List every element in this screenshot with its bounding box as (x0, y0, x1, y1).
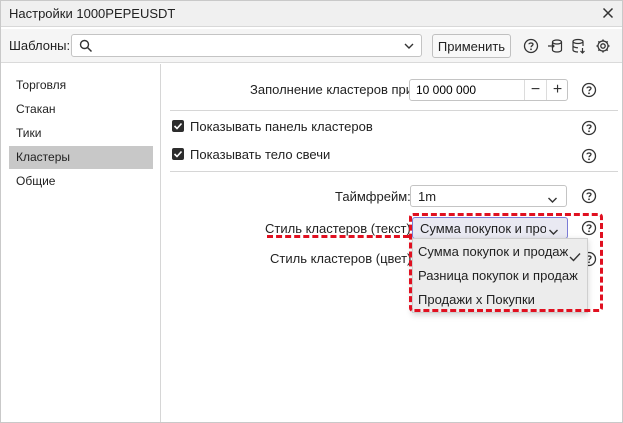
dropdown-option-label: Продажи x Покупки (418, 292, 535, 307)
fill-threshold-stepper[interactable]: − + (409, 79, 568, 101)
fill-threshold-input[interactable] (416, 82, 524, 98)
help-icon[interactable] (523, 38, 539, 54)
templates-search-select[interactable] (71, 34, 422, 57)
divider (170, 110, 618, 111)
timeframe-select[interactable]: 1m (410, 185, 567, 207)
color-style-label: Стиль кластеров (цвет): (270, 251, 415, 266)
fill-threshold-label: Заполнение кластеров при: (250, 82, 417, 97)
sidebar-item-orderbook[interactable]: Стакан (9, 98, 153, 121)
chevron-down-icon[interactable] (403, 40, 415, 52)
window-title: Настройки 1000PEPEUSDT (9, 6, 176, 21)
help-icon[interactable] (581, 148, 597, 164)
text-style-select[interactable]: Сумма покупок и продаж (412, 217, 568, 239)
timeframe-label: Таймфрейм: (335, 189, 411, 204)
divider (170, 171, 618, 172)
sidebar-item-general[interactable]: Общие (9, 170, 153, 193)
show-body-label: Показывать тело свечи (190, 147, 331, 162)
chevron-down-icon (547, 192, 558, 203)
templates-toolbar: Шаблоны: Применить (1, 29, 622, 63)
templates-search-input[interactable] (98, 37, 388, 54)
chevron-down-icon (548, 224, 559, 235)
decrement-button[interactable]: − (524, 80, 546, 100)
show-panel-checkbox[interactable] (172, 120, 184, 132)
dropdown-option[interactable]: Сумма покупок и продаж (413, 240, 589, 264)
increment-button[interactable]: + (546, 80, 568, 100)
text-style-value: Сумма покупок и продаж (420, 221, 546, 236)
settings-sidebar: Торговля Стакан Тики Кластеры Общие (1, 64, 161, 422)
text-style-label: Стиль кластеров (текст): (265, 221, 415, 236)
help-icon[interactable] (581, 220, 597, 236)
sidebar-item-clusters[interactable]: Кластеры (9, 146, 153, 169)
settings-window: Настройки 1000PEPEUSDT Шаблоны: Применит… (0, 0, 623, 423)
help-icon[interactable] (581, 120, 597, 136)
dropdown-option[interactable]: Продажи x Покупки (413, 288, 589, 312)
database-icon[interactable] (571, 38, 587, 54)
text-style-dropdown: Сумма покупок и продаж Разница покупок и… (412, 238, 588, 313)
dropdown-option[interactable]: Разница покупок и продаж (413, 264, 589, 288)
checkmark-icon (569, 246, 581, 262)
title-bar: Настройки 1000PEPEUSDT (1, 1, 622, 27)
dropdown-option-label: Разница покупок и продаж (418, 268, 578, 283)
close-icon[interactable] (600, 5, 616, 21)
apply-button[interactable]: Применить (432, 34, 511, 58)
help-icon[interactable] (581, 188, 597, 204)
gear-icon[interactable] (595, 38, 611, 54)
search-icon (79, 39, 93, 53)
sidebar-item-trading[interactable]: Торговля (9, 74, 153, 97)
templates-label: Шаблоны: (9, 38, 71, 53)
dropdown-option-label: Сумма покупок и продаж (418, 244, 569, 259)
show-panel-label: Показывать панель кластеров (190, 119, 373, 134)
show-body-checkbox[interactable] (172, 148, 184, 160)
sidebar-item-ticks[interactable]: Тики (9, 122, 153, 145)
import-icon[interactable] (547, 38, 563, 54)
help-icon[interactable] (581, 82, 597, 98)
timeframe-value: 1m (418, 189, 437, 204)
